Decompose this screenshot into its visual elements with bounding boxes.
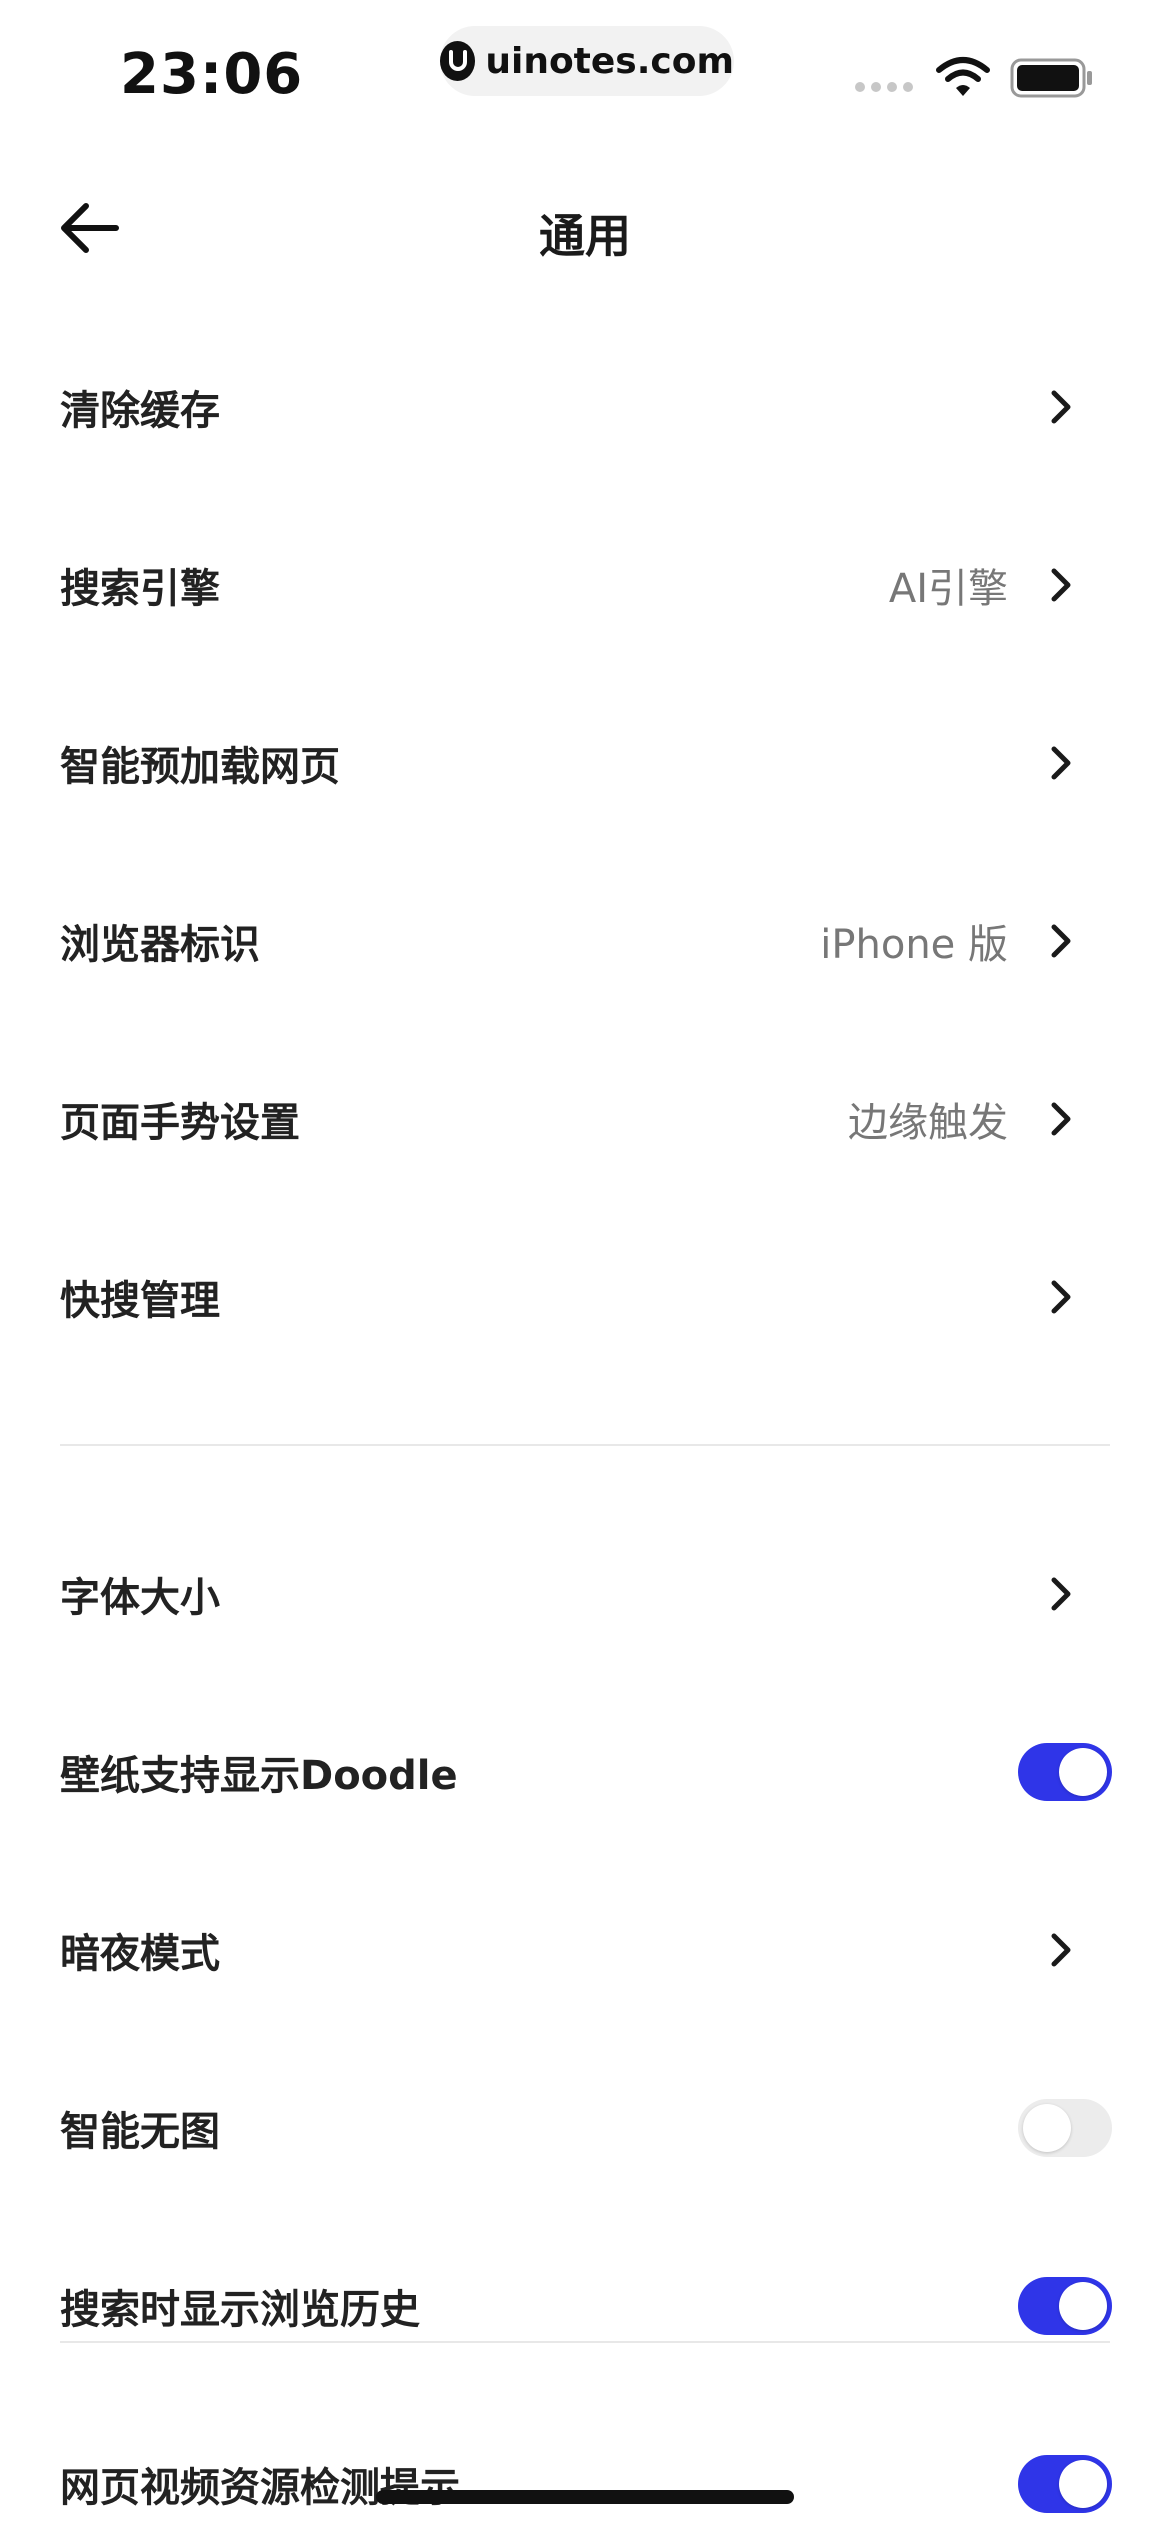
toggle-knob bbox=[1059, 2282, 1107, 2330]
row-value: AI引擎 bbox=[888, 566, 1008, 612]
row-label: 暗夜模式 bbox=[60, 1931, 220, 1977]
url-pill[interactable]: uinotes.com bbox=[440, 26, 734, 96]
status-bar: 23:06 uinotes.com bbox=[0, 0, 1170, 150]
site-logo-icon bbox=[440, 41, 476, 81]
status-time: 23:06 bbox=[120, 42, 304, 107]
row-value: 边缘触发 bbox=[848, 1100, 1008, 1146]
page-title: 通用 bbox=[539, 209, 631, 263]
row-label: 壁纸支持显示Doodle bbox=[60, 1753, 458, 1799]
row-label: 页面手势设置 bbox=[60, 1100, 300, 1146]
row-label: 清除缓存 bbox=[60, 388, 220, 434]
chevron-right-icon bbox=[1042, 563, 1078, 607]
chevron-right-icon bbox=[1042, 1928, 1078, 1972]
toggle-switch[interactable] bbox=[1018, 1743, 1112, 1801]
row-label: 智能预加载网页 bbox=[60, 744, 340, 790]
row-label: 字体大小 bbox=[60, 1575, 220, 1621]
chevron-right-icon bbox=[1042, 385, 1078, 429]
settings-row[interactable]: 搜索时显示浏览历史 bbox=[0, 2246, 1170, 2366]
url-text: uinotes.com bbox=[485, 40, 734, 82]
chevron-right-icon bbox=[1042, 919, 1078, 963]
settings-row[interactable]: 壁纸支持显示Doodle bbox=[0, 1712, 1170, 1832]
toggle-knob bbox=[1059, 1748, 1107, 1796]
settings-row[interactable]: 智能预加载网页 bbox=[0, 703, 1170, 823]
toggle-switch[interactable] bbox=[1018, 2455, 1112, 2513]
toggle-knob bbox=[1023, 2104, 1071, 2152]
chevron-right-icon bbox=[1042, 1097, 1078, 1141]
settings-row[interactable]: 字体大小 bbox=[0, 1534, 1170, 1654]
settings-row[interactable]: 搜索引擎 AI引擎 bbox=[0, 525, 1170, 645]
toggle-knob bbox=[1059, 2460, 1107, 2508]
row-label: 网页视频资源检测提示 bbox=[60, 2465, 460, 2511]
wifi-icon bbox=[935, 56, 991, 102]
row-label: 浏览器标识 bbox=[60, 922, 260, 968]
signal-icon bbox=[855, 82, 913, 92]
nav-bar: 通用 bbox=[0, 180, 1170, 280]
chevron-right-icon bbox=[1042, 1572, 1078, 1616]
row-label: 快搜管理 bbox=[60, 1278, 220, 1324]
row-value: iPhone 版 bbox=[820, 922, 1008, 968]
chevron-right-icon bbox=[1042, 741, 1078, 785]
settings-row[interactable]: 暗夜模式 bbox=[0, 1890, 1170, 2010]
row-label: 智能无图 bbox=[60, 2109, 220, 2155]
row-label: 搜索时显示浏览历史 bbox=[60, 2287, 420, 2333]
settings-row[interactable]: 清除缓存 bbox=[0, 347, 1170, 467]
settings-row[interactable]: 智能无图 bbox=[0, 2068, 1170, 2188]
settings-row[interactable]: 网页视频资源检测提示 bbox=[0, 2424, 1170, 2544]
home-indicator bbox=[376, 2490, 794, 2504]
settings-row[interactable]: 快搜管理 bbox=[0, 1237, 1170, 1357]
settings-row[interactable]: 浏览器标识 iPhone 版 bbox=[0, 881, 1170, 1001]
chevron-right-icon bbox=[1042, 1275, 1078, 1319]
toggle-switch[interactable] bbox=[1018, 2099, 1112, 2157]
row-divider bbox=[60, 2341, 1110, 2343]
toggle-switch[interactable] bbox=[1018, 2277, 1112, 2335]
battery-icon bbox=[1010, 58, 1094, 102]
section-divider bbox=[60, 1444, 1110, 1446]
row-label: 搜索引擎 bbox=[60, 566, 220, 612]
settings-row[interactable]: 页面手势设置 边缘触发 bbox=[0, 1059, 1170, 1179]
